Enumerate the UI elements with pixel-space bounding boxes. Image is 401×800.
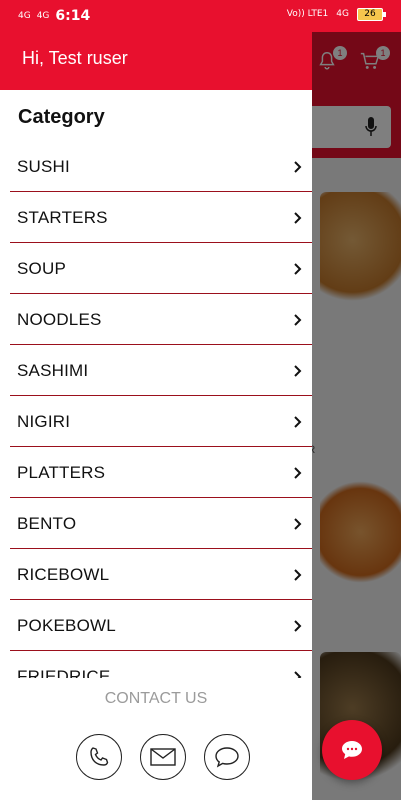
category-item-nigiri[interactable]: NIGIRI (10, 397, 312, 447)
navigation-drawer: Hi, Test ruser Category SUSHI STARTERS S… (0, 32, 312, 800)
network-indicator-2: 4G (36, 10, 50, 21)
network-indicator-1: 4G (18, 10, 31, 21)
chat-fab-button[interactable] (322, 720, 382, 780)
category-label: SASHIMI (17, 360, 89, 380)
category-label: NIGIRI (17, 411, 71, 431)
phone-button[interactable] (76, 734, 122, 780)
chevron-right-icon (294, 568, 302, 581)
category-item-soup[interactable]: SOUP (10, 244, 312, 294)
category-item-friedrice[interactable]: FRIEDRICE (10, 652, 312, 678)
mail-button[interactable] (140, 734, 186, 780)
category-label: STARTERS (17, 207, 108, 227)
chevron-right-icon (294, 262, 302, 275)
chat-button[interactable] (204, 734, 250, 780)
battery-icon: 26 (357, 8, 386, 21)
status-left: 4G 4G 6:14 (18, 8, 90, 24)
category-label: FRIEDRICE (17, 666, 111, 679)
chevron-right-icon (294, 415, 302, 428)
category-label: SOUP (17, 258, 66, 278)
chevron-right-icon (294, 670, 302, 678)
category-list: SUSHI STARTERS SOUP NOODLES SASHIMI NIGI… (10, 142, 312, 678)
mail-icon (150, 748, 176, 766)
category-item-sushi[interactable]: SUSHI (10, 142, 312, 192)
category-item-starters[interactable]: STARTERS (10, 193, 312, 243)
drawer-header: Hi, Test ruser (0, 32, 312, 90)
category-title: Category (18, 106, 105, 128)
category-label: PLATTERS (17, 462, 106, 482)
category-item-noodles[interactable]: NOODLES (10, 295, 312, 345)
category-label: SUSHI (17, 156, 70, 176)
volte-indicator: Vo)) LTE1 (286, 9, 329, 19)
chevron-right-icon (294, 364, 302, 377)
category-item-bento[interactable]: BENTO (10, 499, 312, 549)
chevron-right-icon (294, 160, 302, 173)
category-item-sashimi[interactable]: SASHIMI (10, 346, 312, 396)
category-label: RICEBOWL (17, 564, 110, 584)
chat-bubble-icon (342, 741, 362, 759)
status-bar: 4G 4G 6:14 Vo)) LTE1 4G 26 (0, 0, 401, 32)
category-item-ricebowl[interactable]: RICEBOWL (10, 550, 312, 600)
contact-icons (76, 734, 250, 780)
chevron-right-icon (294, 313, 302, 326)
phone-icon (90, 747, 109, 766)
chevron-right-icon (294, 619, 302, 632)
chat-icon (215, 747, 239, 768)
contact-us-label: CONTACT US (104, 690, 208, 707)
category-label: NOODLES (17, 309, 102, 329)
chevron-right-icon (294, 466, 302, 479)
user-greeting: Hi, Test ruser (22, 48, 128, 68)
chevron-right-icon (294, 517, 302, 530)
category-label: POKEBOWL (17, 615, 116, 635)
category-label: BENTO (17, 513, 77, 533)
category-item-platters[interactable]: PLATTERS (10, 448, 312, 498)
chevron-right-icon (294, 211, 302, 224)
status-right: Vo)) LTE1 4G 26 (286, 8, 386, 21)
category-item-pokebowl[interactable]: POKEBOWL (10, 601, 312, 651)
status-time: 6:14 (55, 8, 91, 24)
network-indicator-right: 4G (336, 9, 349, 19)
